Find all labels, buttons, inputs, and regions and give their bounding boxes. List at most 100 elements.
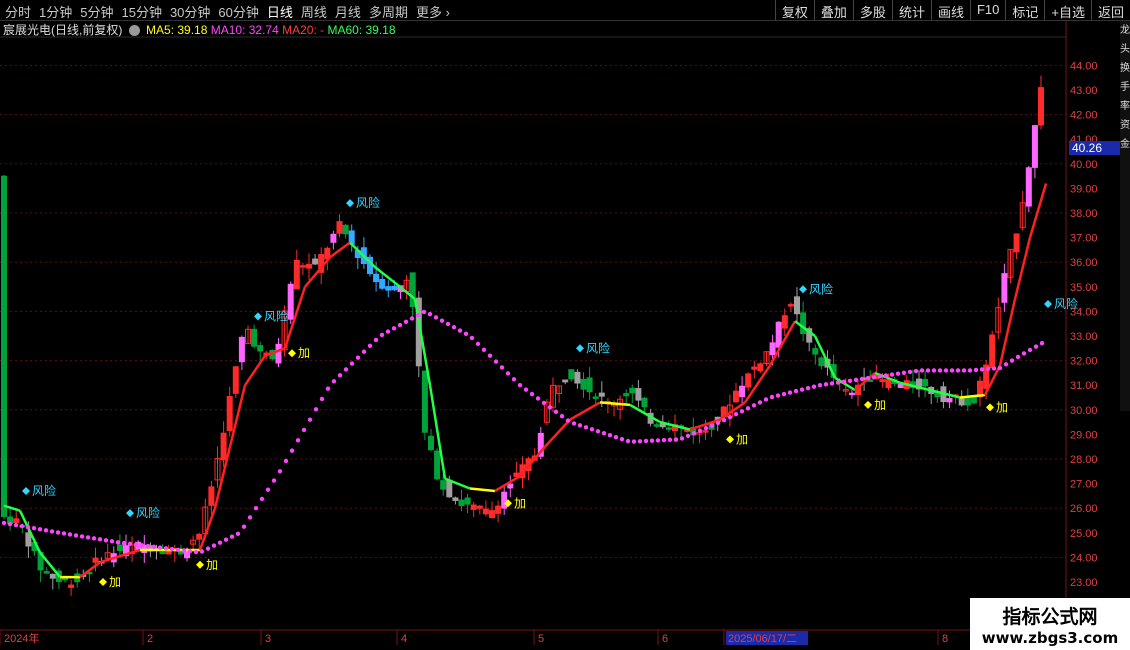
period-tab-1[interactable]: 1分钟 [38, 2, 73, 21]
settings-icon[interactable] [128, 25, 140, 37]
period-tab-5[interactable]: 60分钟 [217, 2, 259, 21]
period-tab-0[interactable]: 分时 [4, 2, 32, 21]
toolbar-button-3[interactable]: 统计 [891, 0, 931, 20]
price-axis: 23.00 24.00 25.00 26.00 27.00 28.00 29.00 30.00… [0, 20, 1098, 631]
ma60-dot [895, 371, 901, 376]
ma60-dot [1027, 347, 1033, 353]
period-tab-4[interactable]: 30分钟 [169, 2, 211, 21]
ma60-dot [469, 335, 475, 341]
ma60-dot [553, 409, 559, 414]
period-tab-2[interactable]: 5分钟 [79, 2, 114, 21]
toolbar-button-0[interactable]: 复权 [774, 0, 814, 20]
ma60-dot [223, 537, 229, 542]
candle-body [1038, 87, 1044, 126]
add-signal-label: 加 [298, 346, 310, 360]
ma60-dot [457, 328, 463, 333]
ma60-dot [757, 400, 763, 405]
period-tab-3[interactable]: 15分钟 [120, 2, 162, 21]
y-tick-label: 30.00 [1070, 405, 1098, 417]
ma60-dot [961, 368, 967, 373]
ma60-dot [151, 544, 157, 550]
ma60-dot [577, 423, 583, 428]
ma60-dot [979, 367, 985, 372]
candle-body [769, 342, 776, 356]
ma60-dot [193, 549, 199, 555]
ma60-dot [559, 413, 565, 419]
ma10-value: MA10: 32.74 [210, 23, 279, 37]
ma60-dot [643, 438, 649, 444]
ma-segment [544, 418, 571, 448]
ma60-dot [715, 420, 721, 426]
ma60-dot [427, 311, 433, 317]
candle-body [25, 532, 32, 547]
side-panel[interactable]: 龙头换手率资金 [1120, 21, 1130, 411]
candle-body [745, 373, 752, 388]
ma60-dot [355, 355, 361, 360]
y-tick-label: 42.00 [1070, 110, 1098, 122]
ma60-dot [295, 438, 301, 443]
candle-body [495, 505, 502, 514]
ma60-dot [91, 536, 97, 541]
ma60-dot [721, 417, 727, 423]
ma60-dot [685, 433, 691, 439]
candle-body [458, 499, 465, 507]
toolbar-button-5[interactable]: F10 [969, 0, 1005, 20]
ma60-dot [259, 496, 265, 502]
candle-body [208, 486, 215, 506]
risk-diamond-icon [576, 344, 584, 353]
ma-segment [469, 487, 496, 493]
y-tick-label: 36.00 [1070, 257, 1098, 269]
candle-body [238, 336, 245, 363]
period-tab-6[interactable]: 日线 [266, 2, 294, 21]
toolbar-button-8[interactable]: 返回 [1090, 0, 1130, 20]
candle-body [800, 312, 807, 335]
period-tab-8[interactable]: 月线 [334, 2, 362, 21]
ma60-dot [589, 427, 595, 432]
candle-body [958, 397, 965, 406]
date-axis: 2024年 2 3 4 5 6 2025/06/17/二 8 [0, 630, 948, 645]
risk-signal-label: 风险 [809, 281, 833, 296]
stock-title: 宸展光电(日线,前复权) [3, 23, 123, 37]
toolbar-button-2[interactable]: 多股 [852, 0, 892, 20]
ma60-dot [103, 538, 109, 543]
toolbar-button-7[interactable]: +自选 [1044, 0, 1091, 20]
period-tab-9[interactable]: 多周期 [368, 2, 409, 21]
ma60-dot [511, 377, 517, 382]
ma60-dot [547, 405, 553, 410]
ma60-dot [1033, 344, 1039, 349]
ma60-dot [637, 439, 643, 444]
y-tick-label: 40.00 [1070, 159, 1098, 171]
ma60-dot [1021, 351, 1027, 356]
ma60-dot [247, 515, 253, 520]
ma60-dot [943, 368, 949, 373]
ma-segment [569, 401, 601, 421]
ma60-dot [463, 331, 469, 337]
candle-body [336, 221, 343, 234]
toolbar-button-1[interactable]: 叠加 [813, 0, 853, 20]
ma60-dot [889, 372, 895, 377]
toolbar-button-6[interactable]: 标记 [1005, 0, 1044, 20]
risk-diamond-icon [346, 199, 354, 208]
ma60-dot [115, 540, 121, 545]
candle-body [116, 544, 123, 551]
ma60-dot [625, 438, 631, 444]
period-tab-10[interactable]: 更多 › [415, 2, 451, 21]
ma60-dot [199, 549, 205, 554]
risk-signal-label: 风险 [136, 505, 160, 520]
x-tick-label: 2025/06/17/二 [728, 633, 797, 645]
x-tick-label: 2024年 [4, 631, 39, 645]
candle-body [568, 369, 575, 380]
ma60-dot [433, 315, 439, 320]
ma60-dot [391, 326, 397, 331]
ma60-dot [271, 478, 277, 483]
toolbar-button-4[interactable]: 画线 [930, 0, 970, 20]
candle-body [757, 363, 764, 372]
ma60-dot [313, 407, 319, 412]
candle-body [885, 379, 892, 389]
y-tick-label: 32.00 [1070, 356, 1098, 368]
ma60-dot [361, 349, 367, 354]
price-chart[interactable]: 风险风险风险风险风险风险风险加加加加加加加 23.0024.0025.0026.… [0, 0, 1130, 650]
candle-body [385, 286, 392, 291]
period-tab-7[interactable]: 周线 [300, 2, 328, 21]
candle-body [501, 491, 508, 509]
